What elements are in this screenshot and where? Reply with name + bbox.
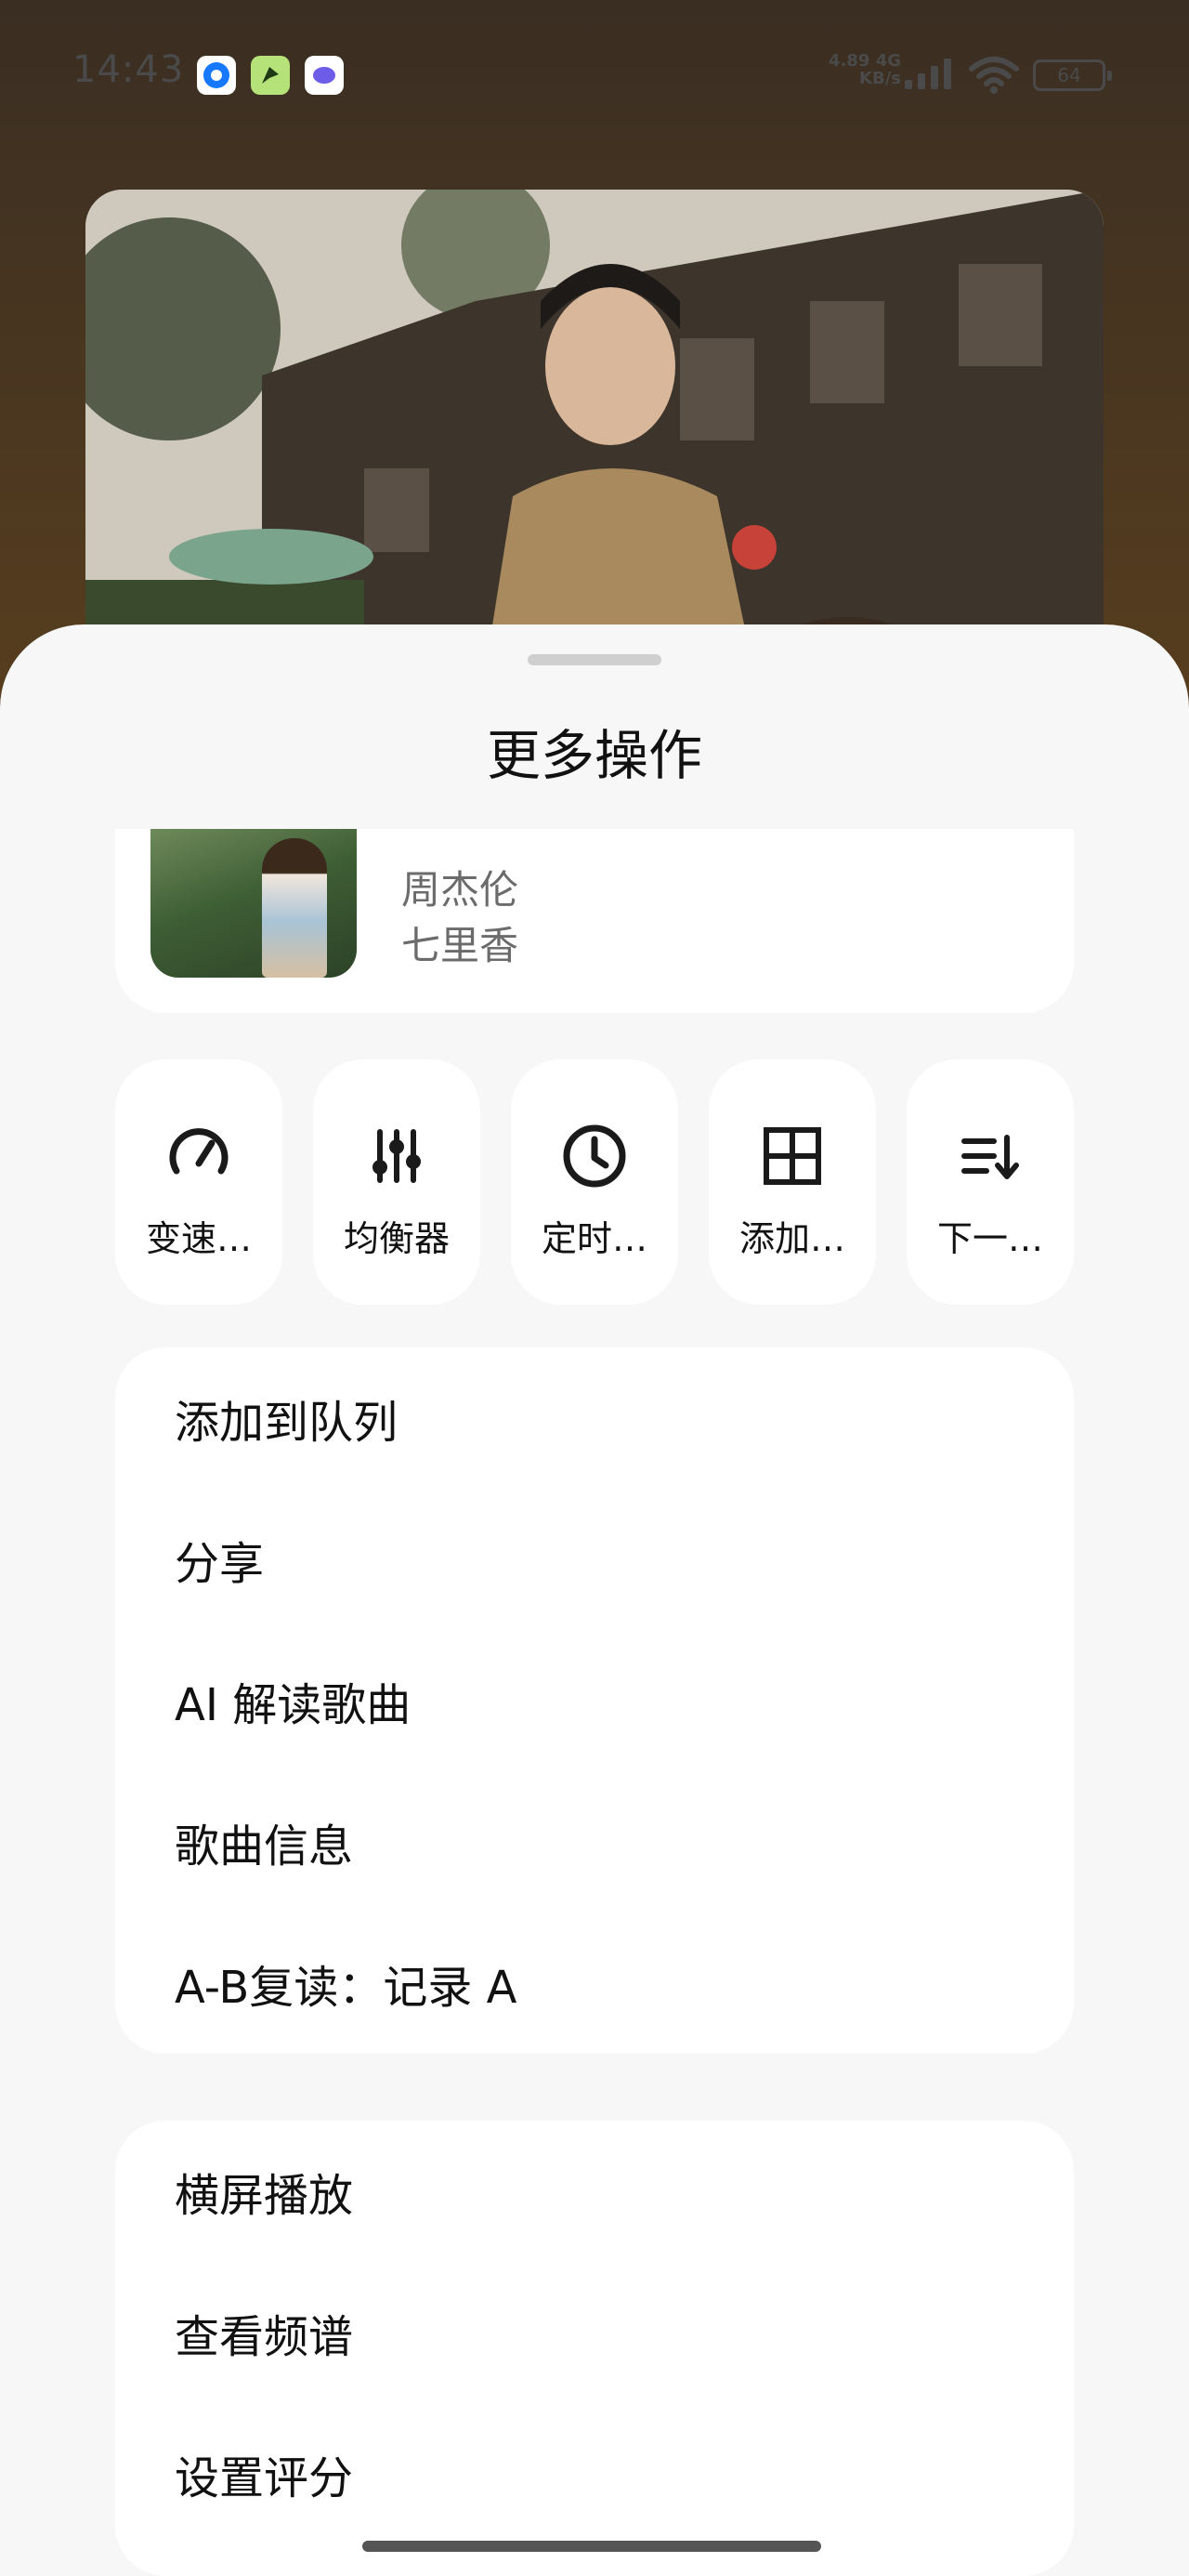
equalizer-button[interactable]: 均衡器 [313,1059,480,1305]
sleep-timer-button[interactable]: 定时… [511,1059,678,1305]
sleep-timer-label: 定时… [541,1218,647,1259]
menu-item-view-spectrum[interactable]: 查看频谱 [143,2262,1046,2403]
add-to-label: 添加… [738,1218,845,1259]
speed-button[interactable]: 变速… [115,1059,282,1305]
equalizer-label: 均衡器 [343,1218,450,1259]
menu-item-share[interactable]: 分享 [143,1489,1046,1630]
menu-item-ai-interpret[interactable]: AI 解读歌曲 [143,1630,1046,1771]
add-to-button[interactable]: 添加… [709,1059,876,1305]
equalizer-icon [372,1129,421,1183]
home-indicator[interactable] [362,2541,821,2552]
menu-group-primary: 添加到队列 分享 AI 解读歌曲 歌曲信息 A-B复读：记录 A [115,1347,1074,2054]
quick-actions-row: 变速… 均衡器 定时… 添加… 下一… [115,1059,1074,1305]
play-next-button[interactable]: 下一… [907,1059,1074,1305]
speed-label: 变速… [145,1218,252,1259]
menu-item-set-rating[interactable]: 设置评分 [143,2403,1046,2544]
sheet-drag-handle[interactable] [528,654,661,665]
play-next-label: 下一… [936,1218,1043,1259]
album-artwork [85,190,1104,673]
menu-item-landscape-play[interactable]: 横屏播放 [143,2121,1046,2262]
song-artist: 周杰伦 [401,867,519,913]
menu-item-ab-repeat[interactable]: A-B复读：记录 A [143,1912,1046,2054]
sheet-title: 更多操作 [486,724,702,787]
timer-clock-icon [563,1124,626,1188]
song-cover-thumbnail [150,829,357,978]
battery-indicator: 64 [1033,59,1112,91]
menu-group-secondary: 横屏播放 查看频谱 设置评分 [115,2121,1074,2576]
more-actions-sheet: 更多操作 周杰伦 七里香 变速… 均衡器 定时… 添加… 下一… 添加到队列 分… [0,624,1189,2576]
menu-item-add-to-queue[interactable]: 添加到队列 [143,1347,1046,1489]
pay-app-icon [197,56,236,95]
play-next-icon [961,1135,1019,1179]
song-info-card[interactable]: 周杰伦 七里香 [115,829,1074,1013]
song-album: 七里香 [401,923,519,968]
chat-app-icon [305,56,344,95]
wifi-icon [969,57,1019,94]
status-bar: 14:43 4.89 4G KB/s 64 [0,0,1189,149]
green-app-icon [251,56,290,95]
speed-gauge-icon [169,1128,229,1175]
cell-signal-icon [905,59,951,89]
status-time: 14:43 [72,48,185,91]
menu-item-song-info[interactable]: 歌曲信息 [143,1771,1046,1912]
network-speed: 4.89 4G KB/s [829,51,902,88]
add-grid-icon [764,1127,821,1185]
